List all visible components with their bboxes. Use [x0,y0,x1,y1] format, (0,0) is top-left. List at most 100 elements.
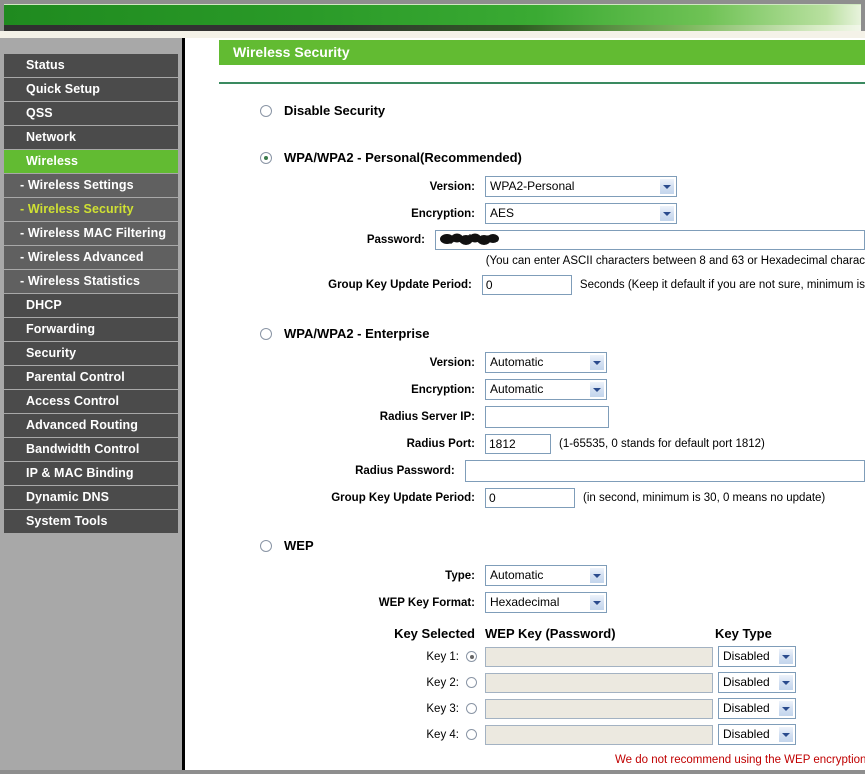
option-wep[interactable]: WEP [260,538,865,553]
wep-key-label: Key 4: [426,728,459,741]
sidebar-nav: Status Quick Setup QSS Network Wireless - Wir… [0,38,185,774]
hint-enterprise-group-key: (in second, minimum is 30, 0 means no up… [583,492,826,504]
radio-wep-key-1[interactable] [466,651,477,662]
field-row-personal-password-hint: (You can enter ASCII characters between … [188,255,865,267]
field-row-enterprise-version: Version: Automatic [188,352,865,373]
brand-banner-gradient [4,4,861,31]
sidebar-item-status[interactable]: Status [4,54,178,77]
select-wep-key-format[interactable]: Hexadecimal [485,592,607,613]
radio-wep-key-3[interactable] [466,703,477,714]
sidebar-top-spacer [4,38,178,54]
select-wep-key-type-2[interactable]: Disabled [718,672,796,693]
option-disable-security[interactable]: Disable Security [260,103,865,118]
sidebar-item-wireless-mac-filtering[interactable]: - Wireless MAC Filtering [4,222,178,245]
input-enterprise-group-key[interactable] [485,488,575,508]
chevron-down-icon [589,567,605,584]
label-personal-password: Password: [366,234,425,246]
radio-wep-key-4[interactable] [466,729,477,740]
sidebar-item-access-control[interactable]: Access Control [4,390,178,413]
radio-wpa-enterprise[interactable] [260,327,272,340]
label-wep-key-format: WEP Key Format: [378,596,475,609]
select-enterprise-version[interactable]: Automatic [485,352,607,373]
chevron-down-icon [778,648,794,665]
select-wep-key-type-1[interactable]: Disabled [718,646,796,667]
sidebar-item-wireless-security[interactable]: - Wireless Security [4,198,178,221]
title-divider [219,82,865,84]
sidebar-item-ip-mac-binding[interactable]: IP & MAC Binding [4,462,178,485]
wep-key-row: Key 1: Disabled [188,646,865,667]
chevron-down-icon [778,700,794,717]
select-wep-type[interactable]: Automatic [485,565,607,586]
select-personal-version[interactable]: WPA2-Personal [485,176,677,197]
sidebar-item-qss[interactable]: QSS [4,102,178,125]
field-row-wep-type: Type: Automatic [188,565,865,586]
page-title: Wireless Security [219,40,865,65]
sidebar-item-wireless-settings[interactable]: - Wireless Settings [4,174,178,197]
wep-key-label-group: Key 3: [188,703,485,715]
input-radius-password[interactable] [464,460,865,482]
sidebar-item-dhcp[interactable]: DHCP [4,294,178,317]
chevron-down-icon [659,205,675,222]
radio-wep[interactable] [260,539,272,552]
sidebar-item-wireless-statistics[interactable]: - Wireless Statistics [4,270,178,293]
input-wep-key-2[interactable] [485,672,713,693]
browser-viewport: Status Quick Setup QSS Network Wireless - Wir… [0,0,865,774]
sidebar-item-network[interactable]: Network [4,126,178,149]
chevron-down-icon [778,674,794,691]
select-enterprise-encryption-value: Automatic [490,382,544,396]
label-radius-port: Radius Port: [406,438,475,450]
input-wep-key-1[interactable] [485,646,713,667]
select-wep-key-type-4[interactable]: Disabled [718,724,796,745]
select-personal-encryption[interactable]: AES [485,203,677,224]
label-enterprise-encryption: Encryption: [411,383,475,396]
field-row-personal-password: Password: [188,230,865,250]
sidebar-item-wireless[interactable]: Wireless [4,150,178,173]
label-personal-version: Version: [429,180,475,193]
chevron-down-icon [589,354,605,371]
sidebar-item-dynamic-dns[interactable]: Dynamic DNS [4,486,178,509]
wep-key-label-group: Key 4: [188,729,485,741]
select-enterprise-encryption[interactable]: Automatic [485,379,607,400]
sidebar-item-security[interactable]: Security [4,342,178,365]
select-wep-type-value: Automatic [490,568,544,582]
wep-key-label: Key 2: [426,676,459,689]
sidebar-item-advanced-routing[interactable]: Advanced Routing [4,414,178,437]
option-label-wpa-personal: WPA/WPA2 - Personal(Recommended) [284,150,522,165]
sidebar-menu-list: Status Quick Setup QSS Network Wireless - Wir… [4,54,178,533]
radio-disable-security[interactable] [260,104,272,117]
select-wep-key-type-3[interactable]: Disabled [718,698,796,719]
option-wpa-enterprise[interactable]: WPA/WPA2 - Enterprise [260,326,865,341]
wep-key-row: Key 3: Disabled [188,698,865,719]
wep-warning-text: We do not recommend using the WEP encryp… [615,754,865,766]
main-content: Wireless Security Disable Security WPA/W… [188,38,865,774]
field-row-enterprise-encryption: Encryption: Automatic [188,379,865,400]
wep-key-rows: Key 1: Disabled Key 2: Disabled Key 3: Disabl… [188,646,865,745]
label-radius-password: Radius Password: [355,465,455,477]
option-wpa-personal[interactable]: WPA/WPA2 - Personal(Recommended) [260,150,865,165]
input-radius-server-ip[interactable] [485,406,609,428]
input-radius-port[interactable] [485,434,551,454]
sidebar-item-system-tools[interactable]: System Tools [4,510,178,533]
sidebar-item-forwarding[interactable]: Forwarding [4,318,178,341]
select-personal-version-value: WPA2-Personal [490,179,575,193]
field-row-radius-port: Radius Port: (1-65535, 0 stands for defa… [188,434,865,454]
input-personal-group-key[interactable] [481,275,572,295]
label-personal-encryption: Encryption: [411,207,475,220]
field-row-enterprise-group-key: Group Key Update Period: (in second, min… [188,488,865,508]
radio-wep-key-2[interactable] [466,677,477,688]
wep-table-header: Key Selected WEP Key (Password) Key Type [188,626,865,641]
radio-wpa-personal[interactable] [260,151,272,164]
field-row-wep-format: WEP Key Format: Hexadecimal [188,592,865,613]
select-enterprise-version-value: Automatic [490,355,544,369]
input-wep-key-4[interactable] [485,724,713,745]
input-wep-key-3[interactable] [485,698,713,719]
option-label-disable-security: Disable Security [284,103,386,118]
sidebar-item-parental-control[interactable]: Parental Control [4,366,178,389]
sidebar-item-quick-setup[interactable]: Quick Setup [4,78,178,101]
column-header-key-selected: Key Selected [394,626,475,641]
wep-key-label-group: Key 2: [188,677,485,689]
chevron-down-icon [778,726,794,743]
sidebar-item-bandwidth-control[interactable]: Bandwidth Control [4,438,178,461]
option-label-wpa-enterprise: WPA/WPA2 - Enterprise [284,326,430,341]
sidebar-item-wireless-advanced[interactable]: - Wireless Advanced [4,246,178,269]
